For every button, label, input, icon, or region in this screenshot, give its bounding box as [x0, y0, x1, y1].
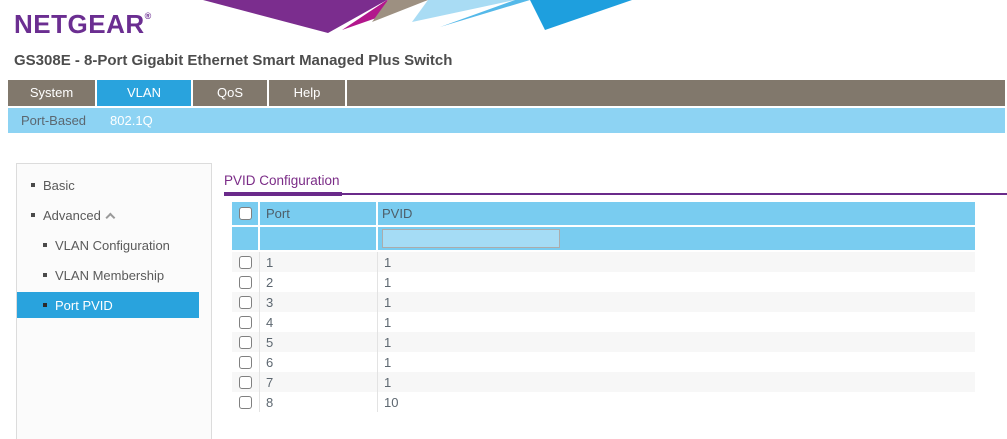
- pvid-column-header: PVID: [378, 202, 975, 225]
- port-column-header: Port: [260, 202, 378, 225]
- row-checkbox-cell: [232, 392, 260, 412]
- tab-help[interactable]: Help: [269, 80, 347, 106]
- sidebar-item-vlan-membership[interactable]: VLAN Membership: [17, 260, 211, 290]
- table-row: 51: [232, 332, 975, 352]
- row-checkbox-cell: [232, 332, 260, 352]
- table-row: 31: [232, 292, 975, 312]
- filter-port-cell: [260, 227, 378, 250]
- table-filter-row: [232, 227, 975, 250]
- row-checkbox[interactable]: [239, 356, 252, 369]
- row-checkbox-cell: [232, 372, 260, 392]
- row-checkbox[interactable]: [239, 396, 252, 409]
- pvid-cell: 1: [378, 352, 975, 372]
- tab-system[interactable]: System: [8, 80, 97, 106]
- main-nav: System VLAN QoS Help: [8, 80, 1005, 106]
- row-checkbox-cell: [232, 292, 260, 312]
- row-checkbox[interactable]: [239, 296, 252, 309]
- vlan-subnav: Port-Based 802.1Q: [8, 108, 1005, 133]
- port-cell: 2: [260, 272, 378, 292]
- sidebar-item-label: Port PVID: [55, 298, 113, 313]
- pvid-cell: 1: [378, 252, 975, 272]
- table-row: 810: [232, 392, 975, 412]
- filter-checkbox-cell: [232, 227, 260, 250]
- bullet-icon: [43, 303, 47, 307]
- port-cell: 5: [260, 332, 378, 352]
- header: NETGEAR® GS308E - 8-Port Gigabit Etherne…: [0, 0, 1007, 78]
- netgear-logo: NETGEAR®: [14, 9, 152, 40]
- bullet-icon: [43, 273, 47, 277]
- sidebar-item-port-pvid[interactable]: Port PVID: [17, 292, 199, 318]
- section-heading: PVID Configuration: [224, 170, 342, 196]
- sidebar-item-label: VLAN Configuration: [55, 238, 170, 253]
- sidebar-item-label: VLAN Membership: [55, 268, 164, 283]
- tab-vlan[interactable]: VLAN: [97, 80, 193, 106]
- port-cell: 7: [260, 372, 378, 392]
- header-checkbox-cell: [232, 202, 260, 225]
- main-content: PVID Configuration Port PVID 11213141516…: [224, 170, 1007, 412]
- port-cell: 4: [260, 312, 378, 332]
- pvid-input[interactable]: [382, 229, 560, 248]
- subnav-8021q[interactable]: 802.1Q: [110, 113, 153, 128]
- sidebar-item-basic[interactable]: Basic: [17, 170, 211, 200]
- sidebar-item-label: Basic: [43, 178, 75, 193]
- sidebar: Basic Advanced VLAN Configuration VLAN M…: [16, 163, 212, 439]
- pvid-cell: 1: [378, 272, 975, 292]
- page-title: GS308E - 8-Port Gigabit Ethernet Smart M…: [14, 52, 452, 69]
- registered-mark-icon: ®: [145, 11, 152, 21]
- tab-qos[interactable]: QoS: [193, 80, 269, 106]
- pvid-cell: 1: [378, 332, 975, 352]
- table-row: 11: [232, 252, 975, 272]
- select-all-checkbox[interactable]: [239, 207, 252, 220]
- table-body: 11213141516171810: [232, 252, 975, 412]
- row-checkbox-cell: [232, 312, 260, 332]
- section-heading-row: PVID Configuration: [224, 170, 1007, 195]
- table-row: 71: [232, 372, 975, 392]
- row-checkbox-cell: [232, 252, 260, 272]
- table-header-row: Port PVID: [232, 202, 975, 225]
- row-checkbox[interactable]: [239, 336, 252, 349]
- pvid-cell: 10: [378, 392, 975, 412]
- row-checkbox[interactable]: [239, 276, 252, 289]
- sidebar-item-label: Advanced: [43, 208, 101, 223]
- row-checkbox[interactable]: [239, 376, 252, 389]
- row-checkbox[interactable]: [239, 256, 252, 269]
- table-row: 21: [232, 272, 975, 292]
- row-checkbox-cell: [232, 352, 260, 372]
- sidebar-item-advanced[interactable]: Advanced: [17, 200, 211, 230]
- table-row: 61: [232, 352, 975, 372]
- table-row: 41: [232, 312, 975, 332]
- logo-text: NETGEAR: [14, 9, 145, 39]
- port-cell: 3: [260, 292, 378, 312]
- banner-triangles-icon: [192, 0, 632, 33]
- pvid-cell: 1: [378, 372, 975, 392]
- pvid-cell: 1: [378, 312, 975, 332]
- chevron-up-icon: [105, 212, 115, 222]
- port-cell: 6: [260, 352, 378, 372]
- pvid-cell: 1: [378, 292, 975, 312]
- sidebar-item-vlan-configuration[interactable]: VLAN Configuration: [17, 230, 211, 260]
- bullet-icon: [31, 183, 35, 187]
- row-checkbox[interactable]: [239, 316, 252, 329]
- port-cell: 1: [260, 252, 378, 272]
- bullet-icon: [31, 213, 35, 217]
- nav-filler: [347, 80, 1005, 106]
- bullet-icon: [43, 243, 47, 247]
- subnav-port-based[interactable]: Port-Based: [21, 113, 86, 128]
- filter-pvid-cell: [378, 227, 975, 250]
- port-cell: 8: [260, 392, 378, 412]
- pvid-table: Port PVID 11213141516171810: [232, 202, 975, 412]
- row-checkbox-cell: [232, 272, 260, 292]
